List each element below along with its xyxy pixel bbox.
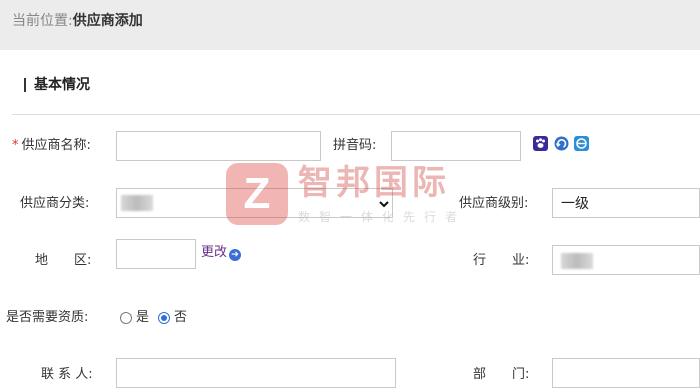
arrow-right-icon: ➔ [229,249,242,261]
contact-input[interactable] [116,358,396,388]
supplier-name-label: * 供应商名称: [12,137,91,155]
department-input[interactable] [552,358,700,388]
region-label: 地 区: [35,253,92,268]
change-region-link[interactable]: 更改 ➔ [201,244,242,262]
section-title: 基本情况 [34,77,90,93]
required-mark: * [12,138,19,153]
industry-value-redacted [561,253,593,269]
change-region-text: 更改 [201,245,228,260]
qualification-yes-radio[interactable] [120,312,132,324]
divider [12,114,700,115]
watermark: Z 智邦国际 数智一体化先行者 [226,163,516,233]
region-input[interactable] [116,239,196,269]
section-marker [24,78,26,92]
qualification-yes-label[interactable]: 是 [136,309,149,327]
e-icon[interactable] [574,136,589,151]
watermark-logo: Z [226,163,288,225]
qualification-no-label[interactable]: 否 [174,309,187,327]
industry-label: 行 业: [473,253,530,268]
supplier-name-label-text: 供应商名称: [21,138,91,153]
pinyin-input[interactable] [391,131,521,161]
watermark-subtitle: 数智一体化先行者 [298,210,467,224]
level-value: 一级 [561,196,589,212]
qualification-no-radio[interactable] [158,312,170,324]
industry-select[interactable] [552,245,700,275]
category-value-redacted [121,195,153,211]
breadcrumb: 当前位置:供应商添加 [12,12,143,30]
watermark-title: 智邦国际 [298,163,450,203]
paw-icon[interactable] [533,136,548,151]
level-select[interactable]: 一级 [552,188,700,218]
breadcrumb-current: 供应商添加 [72,13,143,29]
refresh-icon[interactable] [554,136,569,151]
qualification-label: 是否需要资质: [6,310,89,325]
department-label: 部 门: [473,367,530,382]
breadcrumb-prefix: 当前位置: [12,13,73,29]
contact-label: 联 系 人: [41,367,93,382]
supplier-name-input[interactable] [116,131,321,161]
pinyin-label: 拼音码: [333,138,377,153]
category-label: 供应商分类: [20,196,90,211]
